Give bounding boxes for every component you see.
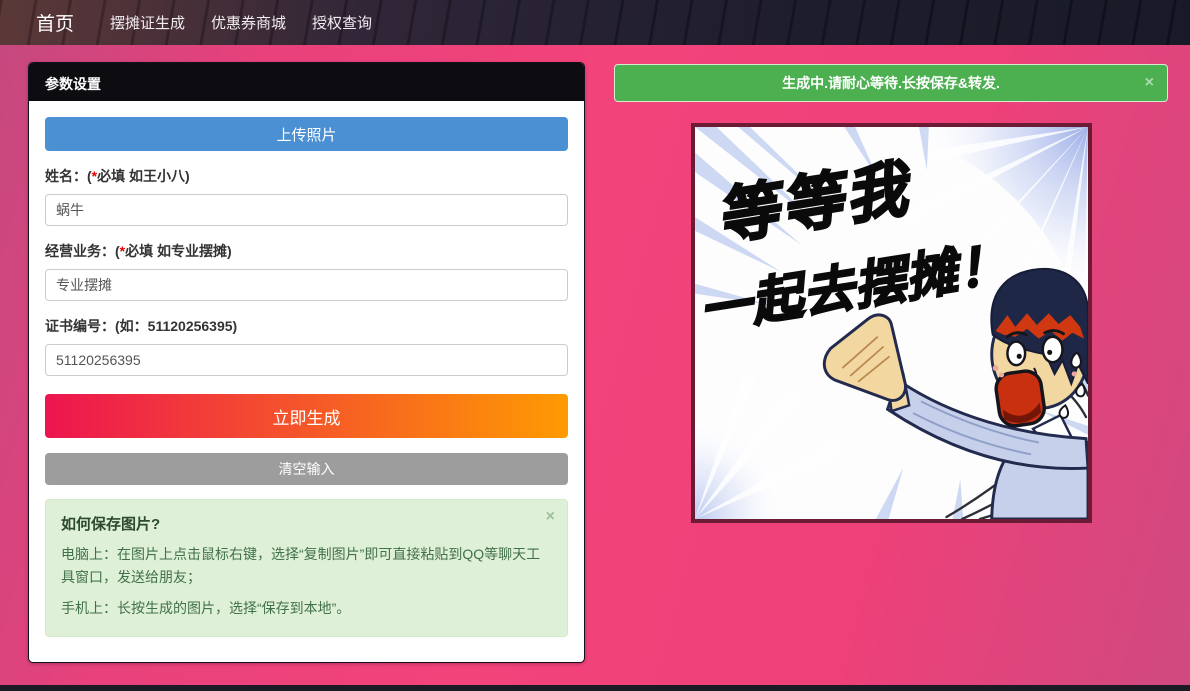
business-label-hint: 必填 如专业摆摊) [125,243,232,259]
cert-number-input[interactable] [45,344,568,376]
name-input[interactable] [45,194,568,226]
footer-strip [0,685,1190,691]
name-field-group: 姓名：(*必填 如王小八) [45,166,568,226]
business-label-text: 经营业务：( [45,243,120,259]
params-card-body: 上传照片 姓名：(*必填 如王小八) 经营业务：(*必填 如专业摆摊) 证书编号… [29,101,584,653]
generated-image[interactable]: 等等我 一起去摆摊！ [691,123,1092,523]
help-text-mobile: 手机上：长按生成的图片，选择“保存到本地”。 [61,597,552,620]
nav-item-certificate-generator[interactable]: 摆摊证生成 [110,12,185,33]
params-card: 参数设置 上传照片 姓名：(*必填 如王小八) 经营业务：(*必填 如专业摆摊)… [28,62,585,663]
business-field-label: 经营业务：(*必填 如专业摆摊) [45,241,568,261]
alert-close-icon[interactable]: × [1145,75,1154,91]
help-title: 如何保存图片? [61,513,552,534]
cert-number-field-group: 证书编号：(如：51120256395) [45,316,568,376]
upload-photo-button[interactable]: 上传照片 [45,117,568,151]
help-text-pc: 电脑上：在图片上点击鼠标右键，选择“复制图片”即可直接粘贴到QQ等聊天工具窗口，… [61,543,552,589]
nav-brand-home[interactable]: 首页 [36,9,74,36]
params-card-title: 参数设置 [45,76,101,92]
navbar: 首页 摆摊证生成 优惠券商城 授权查询 [0,0,1190,45]
page: 首页 摆摊证生成 优惠券商城 授权查询 参数设置 上传照片 姓名：(*必填 如王… [0,0,1190,691]
status-alert-text: 生成中.请耐心等待.长按保存&转发. [782,73,1000,93]
business-input[interactable] [45,269,568,301]
comic-headline: 等等我 一起去摆摊！ [696,154,1013,340]
comic-svg: 等等我 一起去摆摊！ [695,127,1088,519]
name-label-text: 姓名：( [45,168,92,184]
cert-number-field-label: 证书编号：(如：51120256395) [45,316,568,336]
nav-item-coupon-mall[interactable]: 优惠券商城 [211,12,286,33]
generate-button[interactable]: 立即生成 [45,394,568,438]
business-field-group: 经营业务：(*必填 如专业摆摊) [45,241,568,301]
params-card-header: 参数设置 [29,63,584,101]
clear-input-button[interactable]: 清空输入 [45,453,568,485]
nav-item-authorization-query[interactable]: 授权查询 [312,12,372,33]
help-close-icon[interactable]: × [546,509,555,525]
name-field-label: 姓名：(*必填 如王小八) [45,166,568,186]
name-label-hint: 必填 如王小八) [97,168,190,184]
help-box: × 如何保存图片? 电脑上：在图片上点击鼠标右键，选择“复制图片”即可直接粘贴到… [45,499,568,637]
status-alert: 生成中.请耐心等待.长按保存&转发. × [614,64,1168,102]
comic-headline-line1: 等等我 [712,154,918,252]
cert-number-label-text: 证书编号：(如：51120256395) [45,318,237,334]
